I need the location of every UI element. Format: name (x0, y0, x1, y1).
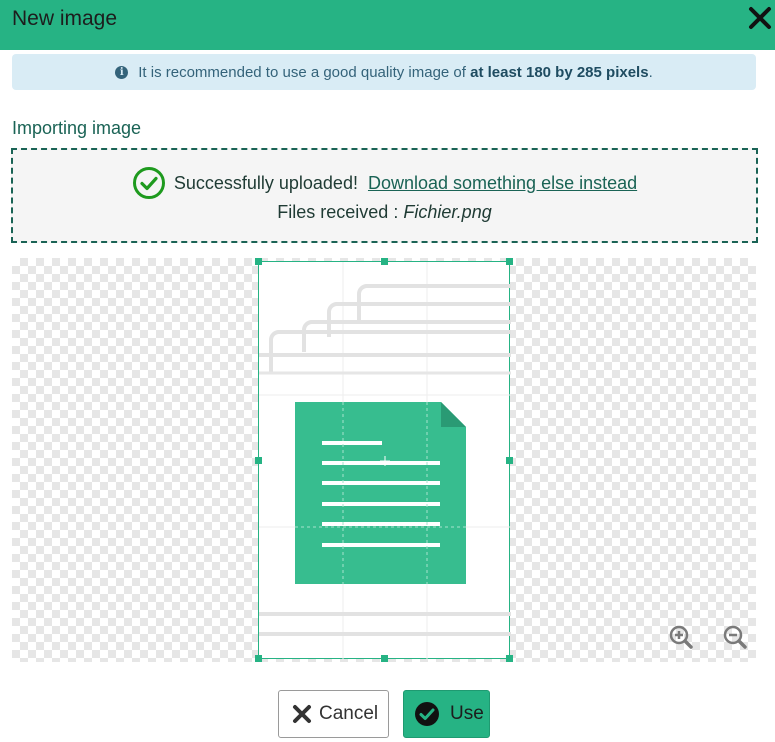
crop-handle-nw[interactable] (255, 258, 262, 265)
files-received: Files received : Fichier.png (13, 202, 756, 223)
crop-handle-w[interactable] (255, 457, 262, 464)
info-text-end: . (648, 63, 653, 81)
check-circle-icon (132, 167, 165, 199)
crop-handle-n[interactable] (381, 258, 388, 265)
download-else-link[interactable]: Download something else instead (368, 173, 637, 194)
crop-handle-s[interactable] (381, 655, 388, 662)
info-text: It is recommended to use a good quality … (138, 64, 652, 81)
image-editor-canvas[interactable] (12, 258, 756, 662)
crop-handle-e[interactable] (506, 457, 513, 464)
image-preview (259, 262, 511, 660)
dialog-header: New image (0, 0, 775, 50)
crop-handle-se[interactable] (506, 655, 513, 662)
close-icon[interactable] (747, 4, 773, 32)
info-text-start: It is recommended to use a good quality … (138, 63, 466, 81)
info-text-bold: at least 180 by 285 pixels (470, 63, 649, 81)
check-circle-icon (415, 702, 439, 726)
info-banner: i It is recommended to use a good qualit… (12, 54, 756, 90)
files-label: Files received : (277, 202, 399, 222)
success-text: Successfully uploaded! (173, 172, 358, 193)
crop-handle-sw[interactable] (255, 655, 262, 662)
cancel-button[interactable]: Cancel (278, 690, 389, 738)
upload-dropzone: Successfully uploaded! Download somethin… (11, 148, 758, 243)
use-button[interactable]: Use (403, 690, 490, 738)
upload-status: Successfully uploaded! Download somethin… (13, 166, 756, 200)
zoom-in-icon[interactable] (666, 622, 696, 652)
cancel-label: Cancel (319, 703, 379, 724)
section-label: Importing image (12, 118, 142, 138)
dialog-title: New image (12, 7, 118, 30)
x-icon (293, 705, 311, 723)
info-icon: i (115, 65, 129, 79)
use-label: Use (450, 703, 484, 724)
crop-area[interactable] (255, 258, 513, 662)
file-name: Fichier.png (403, 202, 492, 222)
zoom-out-icon[interactable] (720, 622, 750, 652)
crop-handle-ne[interactable] (506, 258, 513, 265)
